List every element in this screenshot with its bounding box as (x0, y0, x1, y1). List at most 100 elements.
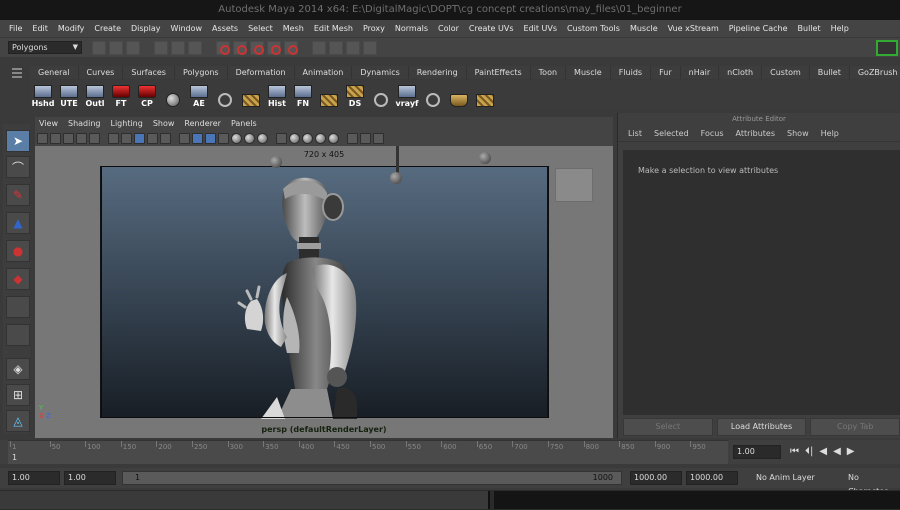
shelf-tab-curves[interactable]: Curves (79, 66, 124, 79)
menu-color[interactable]: Color (433, 24, 464, 33)
ambient-occlusion-icon[interactable] (302, 132, 313, 144)
menu-window[interactable]: Window (166, 24, 208, 33)
command-input[interactable] (0, 491, 490, 509)
panel-toggle-icon[interactable] (876, 40, 898, 56)
step-back-icon[interactable]: ◀ (819, 445, 827, 459)
shelf-icon-outl-icon[interactable]: Outl (84, 82, 106, 108)
gate-mask-icon[interactable] (134, 132, 145, 144)
attribute-menu-selected[interactable]: Selected (654, 129, 689, 138)
attribute-menu-attributes[interactable]: Attributes (736, 129, 776, 138)
perspective-viewport[interactable]: 720 x 405 persp (defaultRenderLayer) Y X… (35, 146, 613, 438)
go-to-start-icon[interactable]: ⏮ (790, 445, 799, 459)
light-gizmo-2-icon[interactable] (479, 152, 491, 164)
menu-bullet[interactable]: Bullet (793, 24, 826, 33)
shelf-menu-tabs[interactable] (8, 66, 26, 108)
shelf-tab-surfaces[interactable]: Surfaces (123, 66, 175, 79)
open-scene-icon[interactable] (109, 41, 123, 55)
safe-action-icon[interactable] (160, 132, 171, 144)
shelf-tab-dynamics[interactable]: Dynamics (352, 66, 409, 79)
menu-vue-xstream[interactable]: Vue xStream (663, 24, 724, 33)
menu-file[interactable]: File (4, 24, 27, 33)
viewport-menu-view[interactable]: View (39, 119, 58, 128)
shelf-tab-toon[interactable]: Toon (531, 66, 567, 79)
shelf-tab-deformation[interactable]: Deformation (228, 66, 295, 79)
shelf-tab-polygons[interactable]: Polygons (175, 66, 228, 79)
history-icon[interactable] (312, 41, 326, 55)
menu-custom-tools[interactable]: Custom Tools (562, 24, 625, 33)
shelf-tab-ncloth[interactable]: nCloth (719, 66, 763, 79)
field-chart-icon[interactable] (147, 132, 158, 144)
high-quality-icon[interactable] (289, 132, 300, 144)
menu-edit-uvs[interactable]: Edit UVs (519, 24, 563, 33)
menu-edit[interactable]: Edit (27, 24, 53, 33)
character-selector[interactable]: No Character (848, 471, 900, 496)
viewport-menu-show[interactable]: Show (153, 119, 175, 128)
shelf-tab-painteffects[interactable]: PaintEffects (467, 66, 531, 79)
layout-four-icon[interactable]: ⊞ (6, 384, 30, 406)
mode-selector[interactable]: Polygons ▼ (8, 41, 82, 54)
show-manipulator-icon[interactable] (6, 324, 30, 346)
smooth-shade-icon[interactable] (192, 132, 203, 144)
shelf-icon-vrayf-icon[interactable]: vrayf (396, 82, 419, 108)
snap-curve-icon[interactable] (233, 41, 247, 55)
viewport-menu-renderer[interactable]: Renderer (184, 119, 221, 128)
menu-help[interactable]: Help (826, 24, 854, 33)
shelf-tab-animation[interactable]: Animation (295, 66, 353, 79)
shelf-tab-fluids[interactable]: Fluids (611, 66, 652, 79)
shelf-icon-tool-7-icon[interactable] (214, 82, 236, 108)
select-button[interactable]: Select (623, 418, 713, 436)
shelf-tab-gozbrush[interactable]: GoZBrush (850, 66, 900, 79)
shelf-icon-tool-5-icon[interactable] (162, 82, 184, 108)
animation-end-field[interactable]: 1000.00 (686, 471, 738, 485)
new-scene-icon[interactable] (92, 41, 106, 55)
play-forwards-icon[interactable]: ▶ (847, 445, 855, 459)
camera-gizmo-icon[interactable] (390, 172, 402, 184)
motion-blur-icon[interactable] (315, 132, 326, 144)
image-plane-icon[interactable] (76, 132, 87, 144)
shelf-tab-general[interactable]: General (30, 66, 79, 79)
last-tool-icon[interactable] (6, 296, 30, 318)
menu-pipeline-cache[interactable]: Pipeline Cache (724, 24, 793, 33)
viewport-menu-panels[interactable]: Panels (231, 119, 257, 128)
depth-of-field-icon[interactable] (347, 132, 358, 144)
bookmark-icon[interactable] (63, 132, 74, 144)
lasso-tool-icon[interactable]: ⌒ (6, 156, 30, 178)
shelf-tab-muscle[interactable]: Muscle (566, 66, 611, 79)
grid-icon[interactable] (89, 132, 100, 144)
select-component-icon[interactable] (188, 41, 202, 55)
menu-normals[interactable]: Normals (390, 24, 433, 33)
snap-plane-icon[interactable] (267, 41, 281, 55)
render-settings-icon[interactable] (363, 41, 377, 55)
share-icon[interactable] (373, 132, 384, 144)
copy-tab-button[interactable]: Copy Tab (810, 418, 900, 436)
rotate-tool-icon[interactable]: ● (6, 240, 30, 262)
shelf-icon-ft-icon[interactable]: FT (110, 82, 132, 108)
shelf-icon-tool-13-icon[interactable] (370, 82, 392, 108)
shelf-tab-bullet[interactable]: Bullet (810, 66, 850, 79)
paint-select-tool-icon[interactable]: ✎ (6, 184, 30, 206)
select-tool-icon[interactable]: ➤ (6, 130, 30, 152)
time-slider-track[interactable]: 1 1 50 100 150 200 250 300 350 400 450 500 550 600 65… (8, 440, 728, 464)
menu-edit-mesh[interactable]: Edit Mesh (309, 24, 358, 33)
play-backwards-icon[interactable]: ◀ (833, 445, 841, 459)
step-back-key-icon[interactable]: ⏴| (805, 445, 813, 459)
menu-muscle[interactable]: Muscle (625, 24, 663, 33)
attribute-menu-show[interactable]: Show (787, 129, 809, 138)
attribute-menu-focus[interactable]: Focus (701, 129, 724, 138)
shelf-icon-ae-icon[interactable]: AE (188, 82, 210, 108)
camera-attributes-icon[interactable] (50, 132, 61, 144)
anim-layer-selector[interactable]: No Anim Layer (756, 471, 815, 485)
select-object-icon[interactable] (171, 41, 185, 55)
snap-point-icon[interactable] (250, 41, 264, 55)
select-hierarchy-icon[interactable] (154, 41, 168, 55)
shelf-icon-hshd-icon[interactable]: Hshd (32, 82, 54, 108)
use-all-lights-icon[interactable] (244, 132, 255, 144)
shelf-icon-hist-icon[interactable]: Hist (266, 82, 288, 108)
layout-single-icon[interactable]: ◈ (6, 358, 30, 380)
stereo-icon[interactable] (360, 132, 371, 144)
shelf-icon-tool-15-icon[interactable] (422, 82, 444, 108)
view-cube[interactable] (555, 168, 593, 202)
layout-persp-icon[interactable]: ◬ (6, 410, 30, 432)
menu-proxy[interactable]: Proxy (358, 24, 390, 33)
attribute-menu-list[interactable]: List (628, 129, 642, 138)
